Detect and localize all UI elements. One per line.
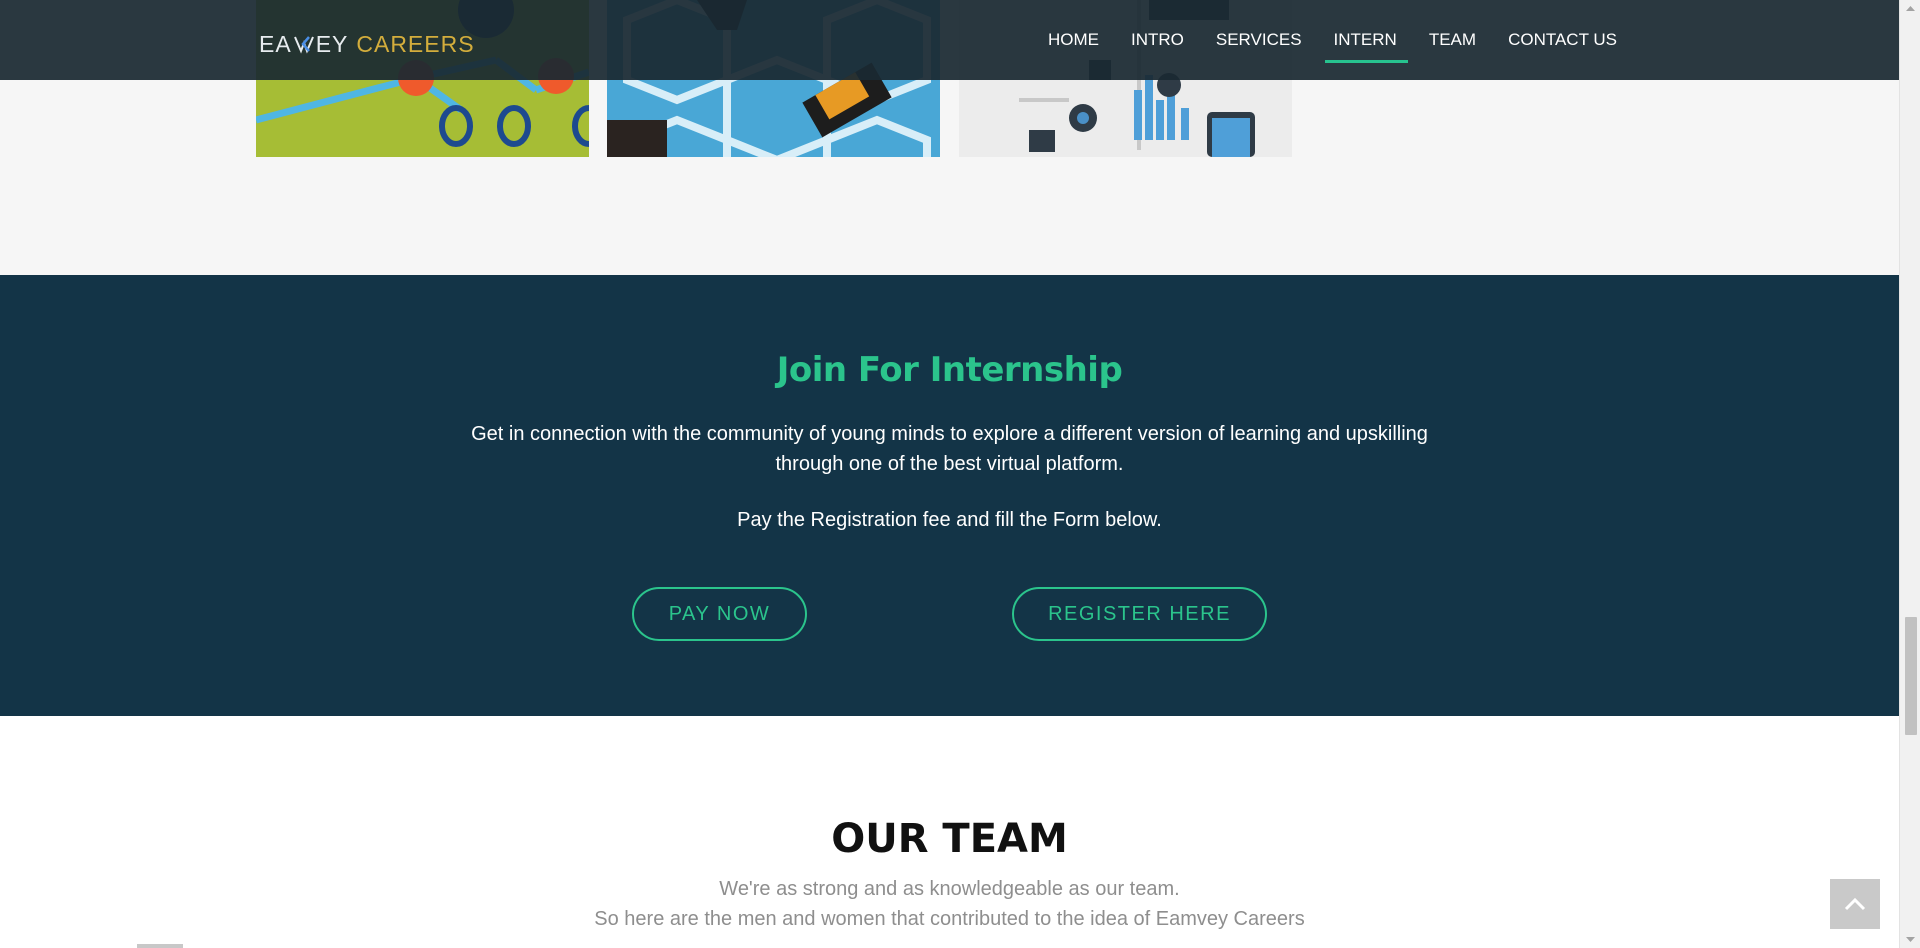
team-section: OUR TEAM We're as strong and as knowledg… xyxy=(0,716,1899,948)
chevron-up-icon xyxy=(1844,897,1866,911)
register-here-button[interactable]: REGISTER HERE xyxy=(1012,587,1267,641)
internship-description: Get in connection with the community of … xyxy=(0,419,1899,479)
scroll-down-arrow-icon[interactable] xyxy=(1900,931,1920,948)
horizontal-scroll-indicator xyxy=(137,944,183,948)
site-logo[interactable]: EA EY CAREERS xyxy=(259,29,475,59)
logo-text-ea: EA xyxy=(259,30,292,57)
back-to-top-button[interactable] xyxy=(1830,879,1880,929)
logo-text-ey: EY xyxy=(315,30,349,57)
nav-contact-us[interactable]: CONTACT US xyxy=(1492,0,1633,80)
internship-title: Join For Internship xyxy=(776,350,1123,390)
logo-mark-icon xyxy=(293,36,314,54)
internship-description-line2: through one of the best virtual platform… xyxy=(775,453,1124,475)
pay-now-button[interactable]: PAY NOW xyxy=(632,587,807,641)
team-title: OUR TEAM xyxy=(831,816,1068,862)
team-subtitle-line1: We're as strong and as knowledgeable as … xyxy=(719,878,1180,900)
internship-note: Pay the Registration fee and fill the Fo… xyxy=(737,509,1162,531)
scroll-up-arrow-icon[interactable] xyxy=(1900,0,1920,17)
site-header: EA EY CAREERS HOME INTRO SERVICES INTERN… xyxy=(0,0,1899,80)
nav-intro[interactable]: INTRO xyxy=(1115,0,1200,80)
nav-team[interactable]: TEAM xyxy=(1413,0,1492,80)
main-nav: HOME INTRO SERVICES INTERN TEAM CONTACT … xyxy=(1032,0,1633,80)
team-subtitle-line2: So here are the men and women that contr… xyxy=(594,908,1305,930)
nav-services[interactable]: SERVICES xyxy=(1200,0,1318,80)
nav-home[interactable]: HOME xyxy=(1032,0,1115,80)
internship-section: Join For Internship Get in connection wi… xyxy=(0,275,1899,716)
scrollbar-thumb[interactable] xyxy=(1905,617,1917,735)
logo-text-careers: CAREERS xyxy=(356,30,475,57)
team-subtitle: We're as strong and as knowledgeable as … xyxy=(0,874,1899,934)
internship-description-line1: Get in connection with the community of … xyxy=(471,423,1428,445)
nav-intern[interactable]: INTERN xyxy=(1318,0,1413,80)
page-scrollbar[interactable] xyxy=(1899,0,1920,948)
